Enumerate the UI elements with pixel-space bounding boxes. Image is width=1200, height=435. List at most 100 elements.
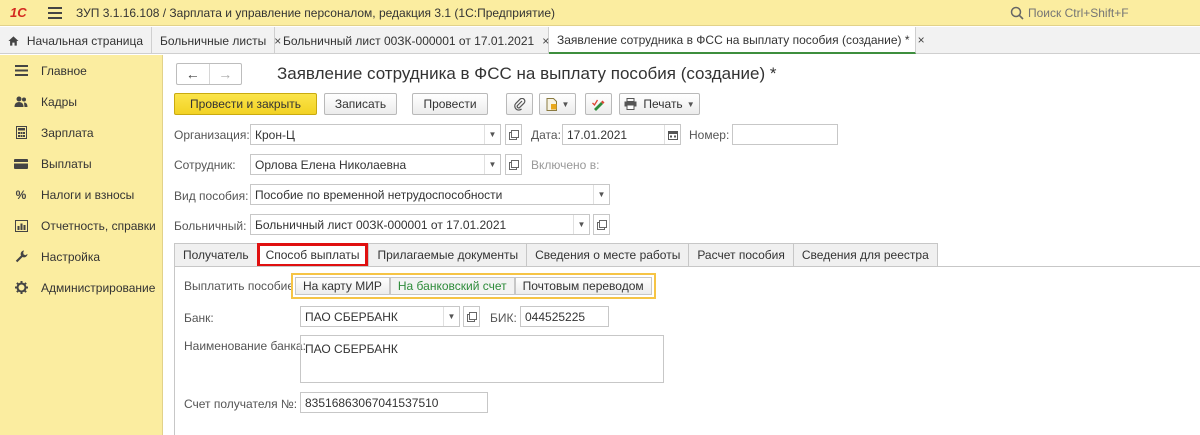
tab-home[interactable]: Начальная страница xyxy=(0,27,152,54)
chart-icon xyxy=(14,219,28,233)
open-bank-button[interactable] xyxy=(463,306,480,327)
tab-registry-info[interactable]: Сведения для реестра xyxy=(792,243,938,267)
date-value: 17.01.2021 xyxy=(567,127,628,142)
sidebar-item-label: Налоги и взносы xyxy=(41,187,135,202)
benefit-type-field[interactable]: Пособие по временной нетрудоспособности … xyxy=(250,184,610,205)
paperclip-icon xyxy=(513,97,525,111)
open-org-button[interactable] xyxy=(505,124,522,145)
benefit-type-value: Пособие по временной нетрудоспособности xyxy=(255,187,503,202)
sidebar-item-hr[interactable]: Кадры xyxy=(0,86,162,117)
sidebar-item-salary[interactable]: Зарплата xyxy=(0,117,162,148)
benefit-type-label: Вид пособия: xyxy=(174,189,249,203)
sidebar-item-taxes[interactable]: % Налоги и взносы xyxy=(0,179,162,210)
option-postal-transfer[interactable]: Почтовым переводом xyxy=(514,277,652,295)
sidebar-item-main[interactable]: Главное xyxy=(0,55,162,86)
payment-method-selector: На карту МИР На банковский счет Почтовым… xyxy=(291,273,656,299)
open-windows-tabbar: Начальная страница Больничные листы × Бо… xyxy=(0,27,1200,54)
org-value: Крон-Ц xyxy=(255,127,295,142)
tab-sick-lists[interactable]: Больничные листы × xyxy=(152,27,281,54)
chevron-down-icon[interactable]: ▼ xyxy=(573,215,589,234)
bank-name-field[interactable]: ПАО СБЕРБАНК xyxy=(300,335,664,383)
search-input[interactable] xyxy=(1028,6,1188,20)
open-icon xyxy=(508,129,519,140)
bank-field[interactable]: ПАО СБЕРБАНК ▼ xyxy=(300,306,460,327)
open-sick-leave-button[interactable] xyxy=(593,214,610,235)
tab-label: Больничные листы xyxy=(160,33,267,48)
org-field[interactable]: Крон-Ц ▼ xyxy=(250,124,501,145)
print-button[interactable]: Печать ▼ xyxy=(619,93,700,115)
chevron-down-icon[interactable]: ▼ xyxy=(443,307,459,326)
tab-payment-method[interactable]: Способ выплаты xyxy=(256,243,369,267)
sidebar-item-payments[interactable]: Выплаты xyxy=(0,148,162,179)
app-title: ЗУП 3.1.16.108 / Зарплата и управление п… xyxy=(76,5,556,20)
tab-attached-documents[interactable]: Прилагаемые документы xyxy=(368,243,527,267)
create-based-on-button[interactable]: ▼ xyxy=(539,93,576,115)
number-field[interactable] xyxy=(732,124,838,145)
sick-leave-value: Больничный лист 00ЗК-000001 от 17.01.202… xyxy=(255,217,507,232)
sidebar-item-label: Администрирование xyxy=(41,280,156,295)
wallet-icon xyxy=(14,157,28,171)
main-menu-icon[interactable] xyxy=(48,6,62,19)
employee-value: Орлова Елена Николаевна xyxy=(255,157,407,172)
home-icon xyxy=(8,35,19,46)
bik-label: БИК: xyxy=(490,311,517,325)
percent-icon: % xyxy=(15,187,27,202)
open-icon xyxy=(508,159,519,170)
bik-field[interactable]: 044525225 xyxy=(520,306,609,327)
employee-field[interactable]: Орлова Елена Николаевна ▼ xyxy=(250,154,501,175)
printer-icon xyxy=(624,98,637,110)
tab-sick-list-doc[interactable]: Больничный лист 00ЗК-000001 от 17.01.202… xyxy=(275,27,549,54)
chevron-down-icon[interactable]: ▼ xyxy=(484,125,500,144)
tab-benefit-calculation[interactable]: Расчет пособия xyxy=(688,243,793,267)
option-bank-account[interactable]: На банковский счет xyxy=(389,277,515,295)
title-bar: 1С ЗУП 3.1.16.108 / Зарплата и управлени… xyxy=(0,0,1200,26)
option-mir-card[interactable]: На карту МИР xyxy=(295,277,390,295)
tab-workplace-info[interactable]: Сведения о месте работы xyxy=(526,243,689,267)
forward-button[interactable]: → xyxy=(208,64,242,84)
open-employee-button[interactable] xyxy=(505,154,522,175)
form-tabs: Получатель Способ выплаты Прилагаемые до… xyxy=(174,243,938,267)
sidebar-item-admin[interactable]: Администрирование xyxy=(0,272,162,303)
post-button[interactable]: Провести xyxy=(412,93,488,115)
history-nav: ← → xyxy=(176,63,242,85)
structure-button[interactable] xyxy=(585,93,612,115)
calendar-icon[interactable] xyxy=(664,125,680,144)
document-form: ← → Заявление сотрудника в ФСС на выплат… xyxy=(164,55,1200,435)
bank-label: Банк: xyxy=(184,311,214,325)
back-button[interactable]: ← xyxy=(177,64,209,84)
employee-label: Сотрудник: xyxy=(174,158,236,172)
post-and-close-button[interactable]: Провести и закрыть xyxy=(174,93,317,115)
menu-icon xyxy=(14,64,28,78)
attach-button[interactable] xyxy=(506,93,533,115)
account-label: Счет получателя №: xyxy=(184,397,298,411)
tab-label: Больничный лист 00ЗК-000001 от 17.01.202… xyxy=(283,33,535,48)
chevron-down-icon[interactable]: ▼ xyxy=(484,155,500,174)
gear-icon xyxy=(14,281,28,295)
tab-fss-application[interactable]: Заявление сотрудника в ФСС на выплату по… xyxy=(549,27,925,54)
sick-leave-field[interactable]: Больничный лист 00ЗК-000001 от 17.01.202… xyxy=(250,214,590,235)
document-icon xyxy=(546,97,557,111)
tab-recipient[interactable]: Получатель xyxy=(174,243,257,267)
tab-home-label: Начальная страница xyxy=(26,33,143,48)
sidebar-item-reports[interactable]: Отчетность, справки xyxy=(0,210,162,241)
bik-value: 044525225 xyxy=(525,309,586,324)
pay-benefit-label: Выплатить пособие: xyxy=(184,279,298,293)
account-value: 83516863067041537510 xyxy=(305,395,439,410)
sidebar-item-label: Отчетность, справки xyxy=(41,218,156,233)
wrench-icon xyxy=(14,250,28,264)
sidebar-item-settings[interactable]: Настройка xyxy=(0,241,162,272)
close-icon[interactable]: × xyxy=(918,33,925,47)
date-label: Дата: xyxy=(531,128,561,142)
account-field[interactable]: 83516863067041537510 xyxy=(300,392,488,413)
chevron-down-icon: ▼ xyxy=(561,99,570,109)
people-icon xyxy=(14,95,28,109)
global-search[interactable] xyxy=(1010,3,1196,23)
print-button-label: Печать xyxy=(643,97,683,111)
pencil-check-icon xyxy=(592,99,605,111)
org-label: Организация: xyxy=(174,128,250,142)
save-button[interactable]: Записать xyxy=(324,93,397,115)
sidebar-item-label: Главное xyxy=(41,63,87,78)
date-field[interactable]: 17.01.2021 xyxy=(562,124,681,145)
chevron-down-icon[interactable]: ▼ xyxy=(593,185,609,204)
open-icon xyxy=(466,311,477,322)
